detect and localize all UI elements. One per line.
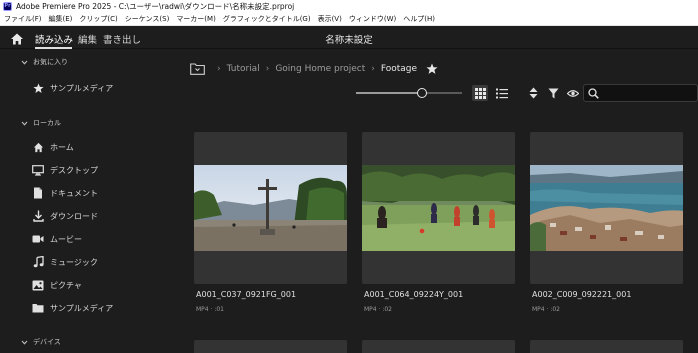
clip-thumbnail-image: [530, 165, 683, 251]
chevron-down-icon: [21, 340, 28, 345]
sidebar-item-sample-media[interactable]: サンプルメディア: [32, 300, 113, 316]
clip-thumbnail[interactable]: [194, 165, 347, 251]
star-icon[interactable]: [426, 63, 438, 75]
music-note-icon: [33, 256, 44, 268]
chevron-right-icon: ›: [217, 64, 221, 74]
window-title: Adobe Premiere Pro 2025 - C:\ユーザー\radwi\…: [16, 2, 295, 11]
clip-thumbnail[interactable]: [530, 165, 683, 251]
sidebar-item-downloads[interactable]: ダウンロード: [32, 208, 98, 224]
sidebar-item-label: ダウンロード: [50, 211, 98, 221]
menu-edit[interactable]: 編集(E): [49, 14, 73, 24]
chevron-down-icon: [21, 60, 28, 65]
home-icon: [33, 142, 43, 152]
star-icon: [32, 82, 44, 93]
clip-card-partial[interactable]: [362, 340, 515, 353]
sort-icon: [529, 87, 537, 99]
sidebar-item-movies[interactable]: ムービー: [32, 231, 82, 247]
document-icon: [34, 187, 42, 199]
folder-navigate-icon[interactable]: [190, 63, 205, 75]
section-favorites-toggle[interactable]: お気に入り: [20, 57, 68, 67]
section-local-toggle[interactable]: ローカル: [20, 118, 61, 128]
clip-card-partial[interactable]: [530, 340, 683, 353]
list-view-button[interactable]: [494, 85, 510, 101]
monitor-icon: [32, 164, 44, 176]
title-bar: Pr Adobe Premiere Pro 2025 - C:\ユーザー\rad…: [0, 0, 698, 13]
clip-name: A001_C064_09224Y_001: [364, 290, 464, 299]
sidebar-item-label: ミュージック: [50, 257, 98, 267]
clip-card-partial[interactable]: [194, 340, 347, 353]
clip-card-3[interactable]: [530, 132, 683, 284]
search-field[interactable]: [583, 84, 698, 102]
clip-meta: MP4 · :01: [196, 306, 224, 313]
clip-name: A002_C009_092221_001: [532, 290, 632, 299]
menu-window[interactable]: ウィンドウ(W): [349, 14, 396, 24]
breadcrumb: › Tutorial › Going Home project › Footag…: [190, 63, 438, 75]
section-devices-label: デバイス: [33, 338, 61, 346]
clip-thumbnail[interactable]: [362, 165, 515, 251]
active-tab-indicator: [35, 47, 72, 49]
menu-marker[interactable]: マーカー(M): [176, 14, 216, 24]
clip-thumbnail-image: [362, 165, 515, 251]
sidebar: お気に入り サンプルメディア ローカル ホーム デスクトップ ドキュメント ダウ…: [0, 50, 176, 353]
sidebar-item-home[interactable]: ホーム: [32, 139, 74, 155]
project-name: 名称未設定: [325, 35, 373, 46]
list-icon: [496, 88, 508, 98]
chevron-right-icon: ›: [371, 64, 375, 74]
sidebar-item-desktop[interactable]: デスクトップ: [32, 162, 98, 178]
workspace-bar: 読み込み 編集 書き出し 名称未設定: [0, 27, 698, 49]
sidebar-item-label: ピクチャ: [50, 280, 82, 290]
folder-icon: [32, 304, 44, 313]
sort-button[interactable]: [525, 85, 541, 101]
clip-meta: MP4 · :02: [364, 306, 392, 313]
breadcrumb-footage[interactable]: Footage: [381, 64, 417, 74]
section-local-label: ローカル: [33, 119, 61, 127]
media-browser: › Tutorial › Going Home project › Footag…: [176, 50, 698, 353]
sidebar-item-label: サンプルメディア: [50, 83, 114, 93]
search-input[interactable]: [602, 86, 697, 100]
zoom-slider-fill: [356, 92, 422, 94]
sidebar-item-label: サンプルメディア: [50, 303, 114, 313]
chevron-down-icon: [21, 121, 28, 126]
sidebar-item-label: ドキュメント: [50, 188, 98, 198]
grid-view-button[interactable]: [472, 85, 488, 101]
breadcrumb-going-home-project[interactable]: Going Home project: [275, 64, 365, 74]
menu-bar: ファイル(F) 編集(E) クリップ(C) シーケンス(S) マーカー(M) グ…: [0, 13, 698, 26]
zoom-slider-thumb[interactable]: [417, 88, 427, 98]
sidebar-item-documents[interactable]: ドキュメント: [32, 185, 98, 201]
sidebar-item-music[interactable]: ミュージック: [32, 254, 98, 270]
filter-button[interactable]: [545, 85, 561, 101]
menu-help[interactable]: ヘルプ(H): [403, 14, 435, 24]
grid-icon: [474, 87, 486, 99]
video-camera-icon: [32, 235, 44, 243]
menu-clip[interactable]: クリップ(C): [79, 14, 117, 24]
chevron-right-icon: ›: [265, 64, 270, 74]
clip-meta: MP4 · :02: [532, 306, 560, 313]
download-icon: [32, 210, 44, 222]
section-favorites-label: お気に入り: [33, 58, 68, 66]
menu-sequence[interactable]: シーケンス(S): [125, 14, 170, 24]
sidebar-item-favorite-sample-media[interactable]: サンプルメディア: [32, 80, 113, 96]
sidebar-item-pictures[interactable]: ピクチャ: [32, 277, 82, 293]
menu-graphics[interactable]: グラフィックとタイトル(G): [223, 14, 311, 24]
visibility-button[interactable]: [565, 85, 581, 101]
sidebar-item-label: ムービー: [50, 234, 82, 244]
breadcrumb-tutorial[interactable]: Tutorial: [227, 64, 260, 74]
sidebar-item-label: デスクトップ: [50, 165, 98, 175]
section-devices-toggle[interactable]: デバイス: [20, 337, 61, 347]
premiere-app-icon: Pr: [3, 2, 12, 11]
clip-card-1[interactable]: [194, 132, 347, 284]
eye-icon: [567, 89, 579, 97]
filter-icon: [548, 88, 558, 98]
menu-view[interactable]: 表示(V): [318, 14, 342, 24]
clip-card-2[interactable]: [362, 132, 515, 284]
clip-name: A001_C037_0921FG_001: [196, 290, 297, 299]
picture-icon: [32, 280, 44, 290]
search-icon: [588, 88, 599, 99]
sidebar-item-label: ホーム: [50, 142, 74, 152]
clip-thumbnail-image: [194, 165, 347, 251]
menu-file[interactable]: ファイル(F): [4, 14, 42, 24]
